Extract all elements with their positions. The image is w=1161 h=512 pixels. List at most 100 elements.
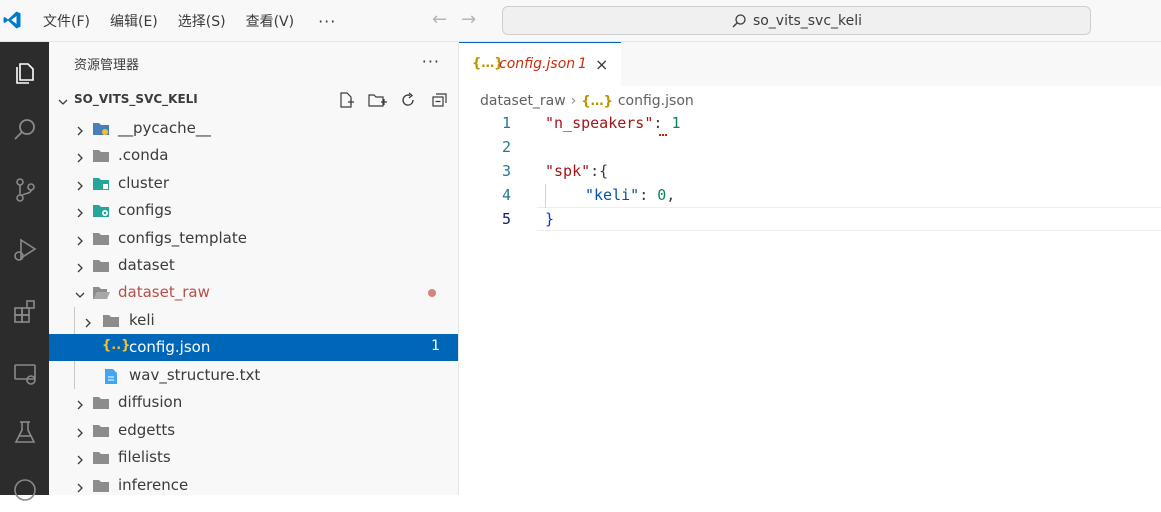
breadcrumb-folder[interactable]: dataset_raw [480, 93, 566, 109]
run-debug-icon[interactable] [0, 226, 49, 274]
tree-item-label: configs [118, 201, 172, 219]
folder-icon [92, 395, 110, 415]
breadcrumb-file[interactable]: config.json [618, 93, 694, 109]
config-folder-icon [92, 203, 110, 223]
tree-item-configs[interactable]: configs [49, 197, 458, 224]
search-view-icon[interactable] [0, 106, 49, 154]
tree-item-label: wav_structure.txt [129, 366, 261, 384]
explorer-more-button[interactable]: ··· [422, 52, 440, 71]
tree-item-label: config.json [129, 338, 211, 356]
github-icon[interactable] [0, 464, 49, 512]
editor-tab-bar: {…} config.json 1 × [459, 42, 1161, 86]
line-number: 5 [501, 210, 511, 228]
tab-config-json[interactable]: {…} config.json 1 × [459, 42, 621, 86]
folder-icon [92, 258, 110, 278]
back-arrow-icon[interactable]: ← [432, 9, 447, 30]
tree-item-wav-structure[interactable]: wav_structure.txt [49, 362, 458, 389]
folder-icon [92, 450, 110, 470]
tree-item-dataset-raw[interactable]: dataset_raw [49, 279, 458, 306]
tree-item-label: cluster [118, 174, 170, 192]
chevron-down-icon [57, 93, 69, 112]
tree-item-configs-template[interactable]: configs_template [49, 225, 458, 252]
tab-problem-badge: 1 [578, 56, 587, 72]
new-file-icon[interactable] [335, 89, 357, 111]
tree-item-filelists[interactable]: filelists [49, 444, 458, 471]
folder-icon [92, 148, 110, 168]
chevron-right-icon: › [570, 93, 577, 109]
tree-item-pycache[interactable]: __pycache__ [49, 115, 458, 142]
code-line: 1 "n_speakers": 1 [459, 112, 1161, 136]
tree-item-label: inference [118, 476, 189, 494]
code-text: } [545, 210, 555, 228]
vscode-logo-icon [0, 6, 24, 34]
menu-file[interactable]: 文件(F) [43, 11, 100, 31]
chevron-right-icon [74, 424, 86, 443]
command-center-label: so_vits_svc_keli [752, 12, 863, 29]
folder-icon [92, 423, 110, 443]
tab-label: config.json [499, 56, 576, 72]
text-file-icon [104, 368, 118, 389]
menu-bar: 文件(F) 编辑(E) 选择(S) 查看(V) ··· [43, 0, 336, 42]
code-line: 4 "keli": 0, [459, 184, 1161, 208]
remote-explorer-icon[interactable] [0, 350, 49, 398]
tree-item-label: diffusion [118, 393, 183, 411]
tree-item-label: configs_template [118, 229, 247, 247]
extensions-icon[interactable] [0, 288, 49, 336]
collapse-all-icon[interactable] [428, 89, 450, 111]
breadcrumb: dataset_raw › {…} config.json [480, 92, 694, 110]
explorer-icon[interactable] [0, 48, 49, 96]
workspace-root[interactable]: SO_VITS_SVC_KELI [49, 87, 458, 113]
line-number: 4 [501, 186, 511, 204]
code-line: 5 } [459, 208, 1161, 232]
workspace-root-label: SO_VITS_SVC_KELI [74, 92, 198, 106]
tree-item-diffusion[interactable]: diffusion [49, 389, 458, 416]
chevron-right-icon [74, 149, 86, 168]
chevron-right-icon [74, 396, 86, 415]
close-icon[interactable]: × [595, 55, 608, 74]
explorer-actions [335, 89, 450, 111]
tree-item-edgetts[interactable]: edgetts [49, 417, 458, 444]
menu-selection[interactable]: 选择(S) [178, 11, 236, 31]
tree-item-label: filelists [118, 448, 171, 466]
code-text: "keli": 0, [585, 186, 676, 204]
code-editor[interactable]: 1 "n_speakers": 1 2 3 "spk":{ 4 "keli": … [459, 112, 1161, 495]
refresh-icon[interactable] [397, 89, 419, 111]
navigation-arrows: ← → [432, 9, 476, 30]
search-icon [732, 13, 746, 27]
tree-item-config-json[interactable]: {..} config.json 1 [49, 334, 458, 361]
tree-item-conda[interactable]: .conda [49, 142, 458, 169]
forward-arrow-icon[interactable]: → [461, 9, 476, 30]
folder-open-icon [92, 285, 110, 305]
cluster-folder-icon [92, 176, 110, 196]
explorer-title: 资源管理器 [74, 58, 140, 73]
chevron-right-icon [74, 177, 86, 196]
tree-item-keli[interactable]: keli [49, 307, 458, 334]
command-center-search[interactable]: so_vits_svc_keli [502, 6, 1091, 35]
line-number: 2 [501, 138, 511, 156]
tree-item-cluster[interactable]: cluster [49, 170, 458, 197]
chevron-right-icon [74, 232, 86, 251]
code-text: "spk":{ [545, 162, 609, 180]
menu-view[interactable]: 查看(V) [246, 11, 305, 31]
testing-icon[interactable] [0, 408, 49, 456]
chevron-right-icon [74, 451, 86, 470]
menu-more-button[interactable]: ··· [318, 12, 336, 31]
chevron-right-icon [82, 314, 94, 333]
chevron-right-icon [74, 204, 86, 223]
line-number: 3 [501, 162, 511, 180]
tree-item-label: dataset_raw [118, 283, 210, 301]
folder-icon [102, 313, 120, 333]
source-control-icon[interactable] [0, 166, 49, 214]
activity-bar [0, 42, 49, 501]
tree-item-label: .conda [118, 146, 169, 164]
modified-dot-icon [428, 289, 436, 297]
chevron-right-icon [74, 479, 86, 498]
folder-icon [92, 478, 110, 498]
new-folder-icon[interactable] [366, 89, 388, 111]
problem-count-badge: 1 [431, 338, 440, 354]
code-line: 2 [459, 136, 1161, 160]
menu-edit[interactable]: 编辑(E) [110, 11, 168, 31]
tree-item-dataset[interactable]: dataset [49, 252, 458, 279]
tree-item-label: dataset [118, 256, 175, 274]
code-text: "n_speakers": 1 [545, 114, 681, 132]
